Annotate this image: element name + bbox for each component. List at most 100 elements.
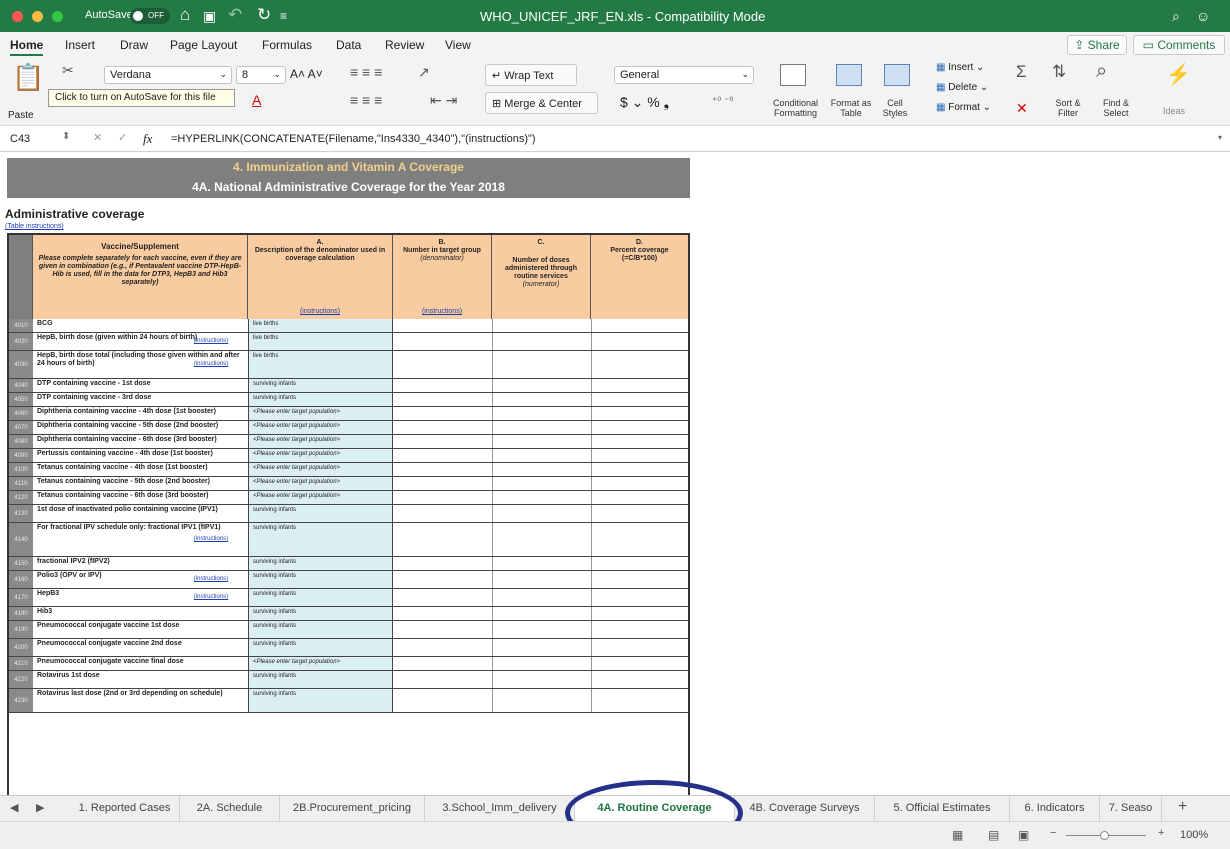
column-b-cell[interactable] bbox=[492, 393, 493, 406]
column-b-cell[interactable] bbox=[492, 491, 493, 504]
column-c-cell[interactable] bbox=[591, 505, 592, 522]
page-layout-view-icon[interactable]: ▤ bbox=[988, 828, 999, 842]
instructions-link[interactable]: (instructions) bbox=[175, 576, 247, 582]
comments-button[interactable]: ▭ Comments bbox=[1133, 35, 1225, 55]
sort-filter-label[interactable]: Sort & Filter bbox=[1050, 98, 1086, 118]
denominator-description[interactable]: surviving infants bbox=[248, 523, 393, 556]
column-b-instructions-link[interactable]: (instructions) bbox=[393, 308, 491, 316]
column-c-cell[interactable] bbox=[591, 557, 592, 570]
tab-formulas[interactable]: Formulas bbox=[262, 38, 312, 52]
font-size-select[interactable]: 8 ⌄ bbox=[236, 66, 286, 84]
column-b-cell[interactable] bbox=[492, 421, 493, 434]
worksheet[interactable]: 4. Immunization and Vitamin A Coverage 4… bbox=[0, 152, 1230, 795]
vaccine-label[interactable]: Diphtheria containing vaccine - 4th dose… bbox=[34, 407, 248, 420]
next-sheet-icon[interactable]: ▶ bbox=[36, 801, 44, 814]
vaccine-label[interactable]: Tetanus containing vaccine - 4th dose (1… bbox=[34, 463, 248, 476]
sheet-tab-schedule[interactable]: 2A. Schedule bbox=[180, 796, 280, 821]
column-b-cell[interactable] bbox=[492, 319, 493, 332]
home-icon[interactable]: ⌂ bbox=[180, 5, 190, 25]
tab-insert[interactable]: Insert bbox=[65, 38, 95, 52]
denominator-description[interactable]: <Please enter target population> bbox=[248, 421, 393, 434]
cell-styles-label[interactable]: Cell Styles bbox=[880, 98, 910, 118]
denominator-description[interactable]: live births bbox=[248, 319, 393, 332]
instructions-link[interactable]: (instructions) bbox=[175, 594, 247, 600]
search-icon[interactable]: ⌕ bbox=[1172, 8, 1180, 25]
sheet-tab-school-delivery[interactable]: 3.School_Imm_delivery bbox=[425, 796, 575, 821]
format-as-table-label[interactable]: Format as Table bbox=[828, 98, 874, 118]
tab-home[interactable]: Home bbox=[10, 38, 44, 56]
denominator-description[interactable]: surviving infants bbox=[248, 689, 393, 712]
previous-sheet-icon[interactable]: ◀ bbox=[10, 801, 18, 814]
vaccine-label[interactable]: Diphtheria containing vaccine - 5th dose… bbox=[34, 421, 248, 434]
tab-view[interactable]: View bbox=[445, 38, 471, 52]
instructions-link[interactable]: (instructions) bbox=[175, 536, 247, 542]
sheet-tab-procurement[interactable]: 2B.Procurement_pricing bbox=[280, 796, 425, 821]
column-c-cell[interactable] bbox=[591, 319, 592, 332]
denominator-description[interactable]: surviving infants bbox=[248, 639, 393, 656]
instructions-link[interactable]: (instructions) bbox=[175, 361, 247, 367]
ideas-label[interactable]: Ideas bbox=[1156, 106, 1192, 116]
column-c-cell[interactable] bbox=[591, 435, 592, 448]
conditional-formatting-icon[interactable] bbox=[780, 64, 806, 86]
denominator-description[interactable]: surviving infants bbox=[248, 379, 393, 392]
name-box[interactable]: C43 bbox=[10, 133, 30, 145]
redo-icon[interactable]: ↻ bbox=[257, 5, 271, 25]
tab-page-layout[interactable]: Page Layout bbox=[170, 38, 237, 52]
denominator-description[interactable]: surviving infants bbox=[248, 505, 393, 522]
column-c-cell[interactable] bbox=[591, 639, 592, 656]
denominator-description[interactable]: surviving infants bbox=[248, 621, 393, 638]
insert-cells-button[interactable]: ▦ Insert ⌄ bbox=[936, 62, 984, 73]
column-c-cell[interactable] bbox=[591, 523, 592, 556]
vaccine-label[interactable]: DTP containing vaccine - 1st dose bbox=[34, 379, 248, 392]
merge-center-button[interactable]: ⊞ Merge & Center bbox=[485, 92, 598, 114]
column-c-cell[interactable] bbox=[591, 571, 592, 588]
vaccine-label[interactable]: fractional IPV2 (fIPV2) bbox=[34, 557, 248, 570]
tab-data[interactable]: Data bbox=[336, 38, 361, 52]
undo-icon[interactable]: ↶ bbox=[228, 5, 242, 25]
column-b-cell[interactable] bbox=[492, 407, 493, 420]
wrap-text-button[interactable]: ↵ Wrap Text bbox=[485, 64, 577, 86]
column-b-cell[interactable] bbox=[492, 571, 493, 588]
align-top-icon[interactable]: ≡ ≡ ≡ bbox=[350, 64, 382, 80]
vaccine-label[interactable]: Pertussis containing vaccine - 4th dose … bbox=[34, 449, 248, 462]
account-icon[interactable]: ☺ bbox=[1196, 8, 1210, 24]
customize-toolbar-icon[interactable]: ≡ bbox=[280, 9, 287, 23]
zoom-out-icon[interactable]: − bbox=[1050, 827, 1056, 839]
save-icon[interactable]: ▣ bbox=[203, 8, 216, 25]
page-break-view-icon[interactable]: ▣ bbox=[1018, 828, 1029, 842]
column-b-cell[interactable] bbox=[492, 505, 493, 522]
function-icon[interactable]: fx bbox=[143, 131, 152, 147]
denominator-description[interactable]: <Please enter target population> bbox=[248, 463, 393, 476]
column-c-cell[interactable] bbox=[591, 351, 592, 378]
expand-formula-icon[interactable]: ▾ bbox=[1218, 133, 1222, 142]
column-c-cell[interactable] bbox=[591, 333, 592, 350]
instructions-link[interactable]: (instructions) bbox=[175, 338, 247, 344]
sheet-tab-coverage-surveys[interactable]: 4B. Coverage Surveys bbox=[735, 796, 875, 821]
column-b-cell[interactable] bbox=[492, 639, 493, 656]
vaccine-label[interactable]: Diphtheria containing vaccine - 6th dose… bbox=[34, 435, 248, 448]
vaccine-label[interactable]: 1st dose of inactivated polio containing… bbox=[34, 505, 248, 522]
vaccine-label[interactable]: Rotavirus last dose (2nd or 3rd dependin… bbox=[34, 689, 248, 712]
column-b-cell[interactable] bbox=[492, 589, 493, 606]
cell-styles-icon[interactable] bbox=[884, 64, 910, 86]
column-b-cell[interactable] bbox=[492, 689, 493, 712]
orientation-icon[interactable]: ↗ bbox=[418, 64, 430, 81]
vaccine-label[interactable]: BCG bbox=[34, 319, 248, 332]
delete-cells-button[interactable]: ▦ Delete ⌄ bbox=[936, 82, 988, 93]
denominator-description[interactable]: surviving infants bbox=[248, 589, 393, 606]
column-b-cell[interactable] bbox=[492, 671, 493, 688]
column-c-cell[interactable] bbox=[591, 621, 592, 638]
denominator-description[interactable]: live births bbox=[248, 351, 393, 378]
denominator-description[interactable]: surviving infants bbox=[248, 557, 393, 570]
column-c-cell[interactable] bbox=[591, 463, 592, 476]
denominator-description[interactable]: <Please enter target population> bbox=[248, 657, 393, 670]
format-as-table-icon[interactable] bbox=[836, 64, 862, 86]
denominator-description[interactable]: <Please enter target population> bbox=[248, 435, 393, 448]
font-color-icon[interactable]: A bbox=[252, 92, 261, 108]
column-b-cell[interactable] bbox=[492, 477, 493, 490]
vaccine-label[interactable]: Pneumococcal conjugate vaccine 2nd dose bbox=[34, 639, 248, 656]
table-instructions-link[interactable]: (Table instructions) bbox=[5, 223, 64, 230]
formula-input[interactable]: =HYPERLINK(CONCATENATE(Filename,"Ins4330… bbox=[171, 133, 536, 145]
column-c-cell[interactable] bbox=[591, 393, 592, 406]
add-sheet-icon[interactable]: + bbox=[1178, 798, 1187, 816]
